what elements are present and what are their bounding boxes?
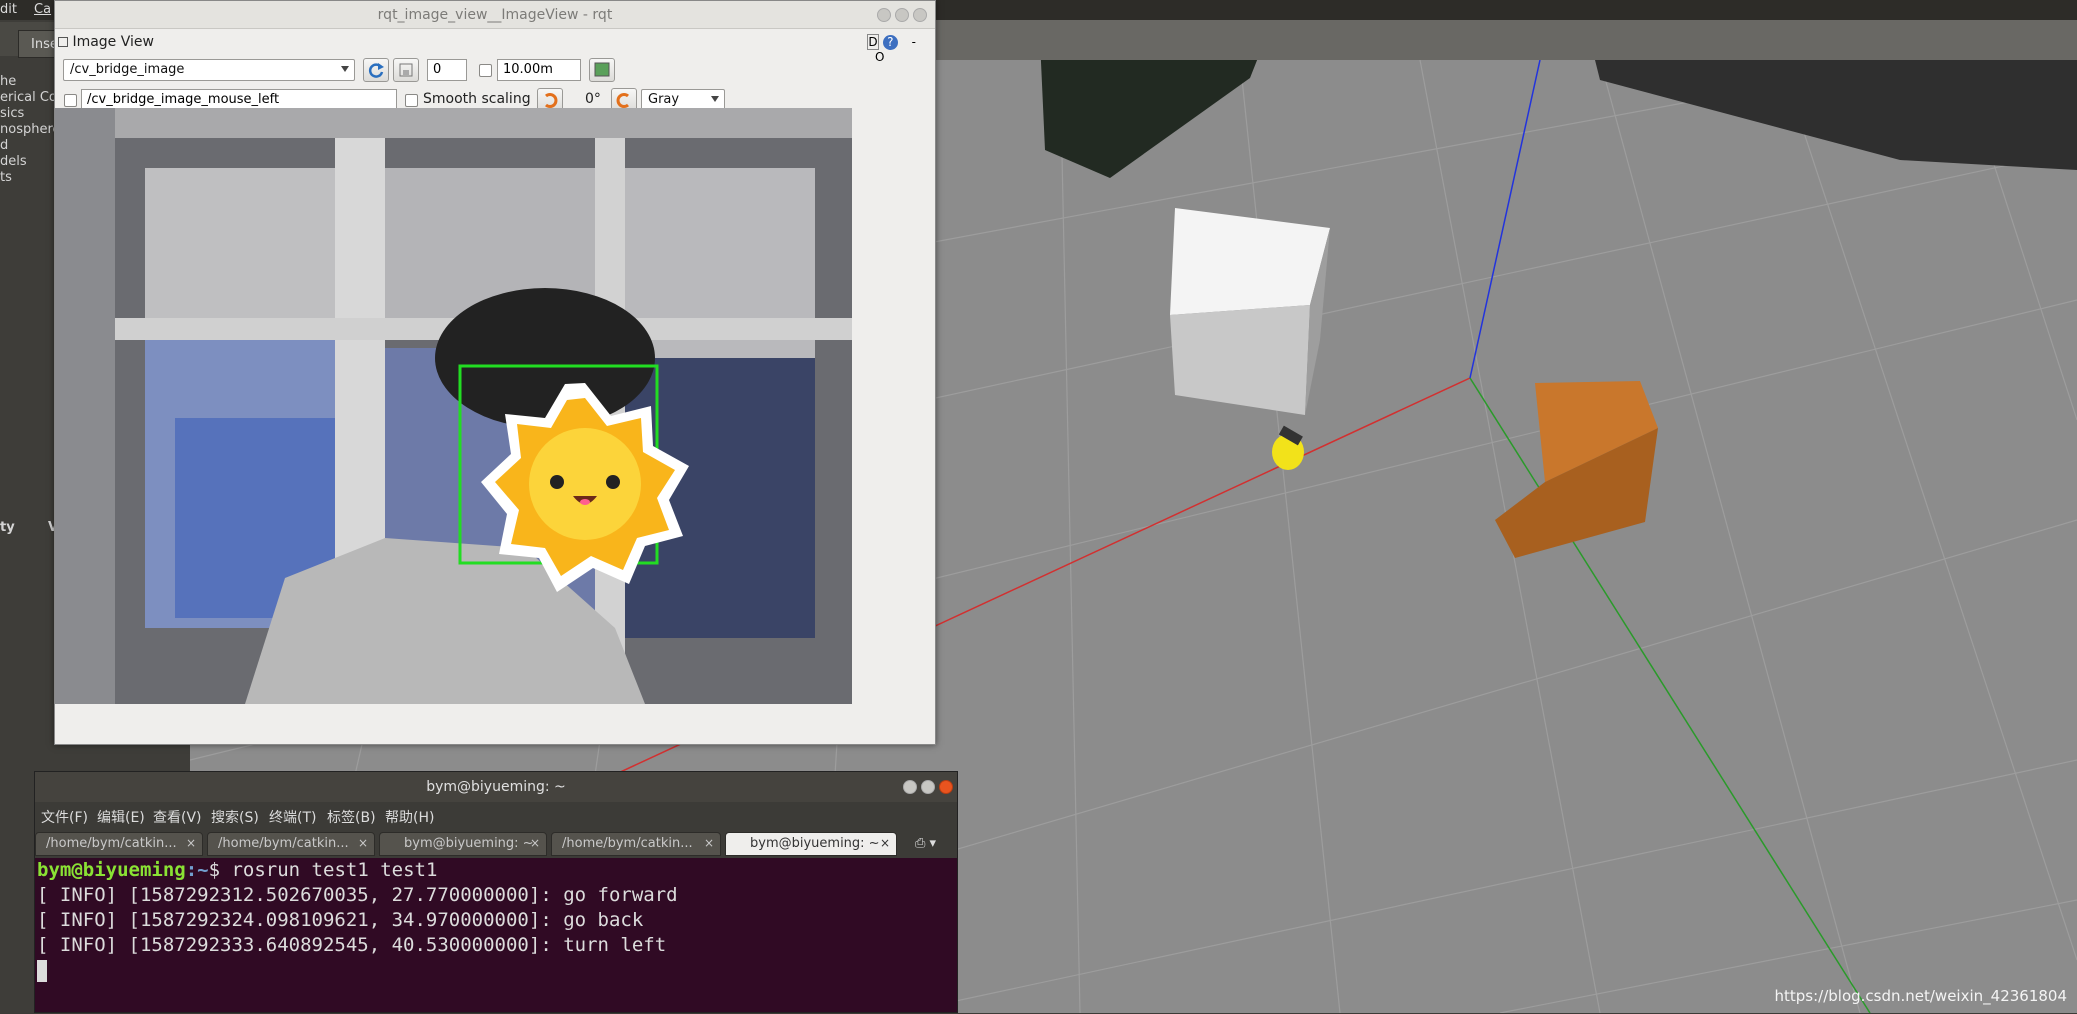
tree-item[interactable]: erical Co	[0, 90, 57, 105]
tree-item[interactable]: sics	[0, 106, 24, 121]
camera-frame	[55, 108, 852, 704]
tree-item[interactable]: dels	[0, 154, 27, 169]
close-icon[interactable]	[939, 780, 953, 794]
tree-item[interactable]: he	[0, 74, 16, 89]
menu-file[interactable]: 文件(F)	[41, 807, 88, 827]
mouse-publish-checkbox[interactable]	[64, 94, 77, 107]
terminal-tab[interactable]: /home/bym/catkin... ×	[551, 832, 721, 856]
tree-item[interactable]: d	[0, 138, 8, 153]
terminal-output[interactable]: bym@biyueming:~$ rosrun test1 test1 [ IN…	[35, 858, 955, 1014]
refresh-icon	[364, 59, 388, 81]
close-icon[interactable]: ×	[530, 836, 540, 850]
maximize-icon[interactable]	[895, 8, 909, 22]
rqt-title-bar[interactable]: rqt_image_view__ImageView - rqt	[55, 1, 935, 29]
terminal-tab[interactable]: /home/bym/catkin... ×	[35, 832, 203, 856]
terminal-tab-active[interactable]: bym@biyueming: ~×	[725, 832, 897, 856]
terminal-tab[interactable]: /home/bym/catkin... ×	[207, 832, 375, 856]
log-line: [ INFO] [1587292333.640892545, 40.530000…	[37, 933, 953, 958]
prompt-user: bym@biyueming	[37, 859, 186, 881]
close-icon[interactable]	[913, 8, 927, 22]
color-button[interactable]	[589, 58, 615, 82]
menu-view[interactable]: 查看(V)	[153, 807, 202, 827]
menu-edit[interactable]: dit	[0, 2, 17, 17]
camera-image[interactable]	[55, 108, 852, 704]
command-line: bym@biyueming:~$ rosrun test1 test1	[37, 858, 953, 883]
tree-item[interactable]: nosphere	[0, 122, 61, 137]
plugin-title: Image View	[72, 34, 154, 50]
chevron-down-icon	[711, 96, 719, 102]
chevron-down-icon	[341, 66, 349, 72]
minimize-icon[interactable]	[903, 780, 917, 794]
color-scheme-value: Gray	[648, 92, 679, 107]
max-range-input[interactable]: 10.00m	[497, 59, 581, 81]
minimize-icon[interactable]	[877, 8, 891, 22]
close-icon[interactable]: ×	[880, 836, 890, 850]
terminal-tab[interactable]: bym@biyueming: ~×	[379, 832, 547, 856]
smooth-scaling-label: Smooth scaling	[423, 91, 531, 107]
save-icon	[394, 59, 418, 81]
tab-label: bym@biyueming: ~	[750, 836, 880, 851]
log-line: [ INFO] [1587292324.098109621, 34.970000…	[37, 908, 953, 933]
menu-camera[interactable]: Ca	[34, 2, 51, 17]
topic-value: /cv_bridge_image	[70, 62, 184, 77]
window-title: rqt_image_view__ImageView - rqt	[378, 7, 613, 23]
command-text: $ rosrun test1 test1	[209, 859, 438, 881]
menu-search[interactable]: 搜索(S)	[211, 807, 259, 827]
rotation-label: 0°	[585, 91, 601, 107]
terminal-menu-bar: 文件(F) 编辑(E) 查看(V) 搜索(S) 终端(T) 标签(B) 帮助(H…	[35, 802, 957, 830]
tab-menu-icon[interactable]: ⎙ ▾	[915, 836, 936, 851]
menu-tabs[interactable]: 标签(B)	[327, 807, 376, 827]
minimize-plugin[interactable]: -	[912, 35, 916, 49]
tab-label: /home/bym/catkin...	[218, 836, 349, 851]
watermark: https://blog.csdn.net/weixin_42361804	[1774, 987, 2067, 1005]
refresh-button[interactable]	[363, 58, 389, 82]
terminal-tabs: /home/bym/catkin... × /home/bym/catkin...…	[35, 830, 957, 858]
close-icon[interactable]: ×	[186, 836, 196, 850]
spin-box[interactable]: 0	[427, 59, 467, 81]
plugin-header: Image View	[58, 34, 154, 50]
terminal-title-bar[interactable]: bym@biyueming: ~	[35, 772, 957, 802]
smooth-scaling-checkbox[interactable]	[405, 94, 418, 107]
save-button[interactable]	[393, 58, 419, 82]
topic-select[interactable]: /cv_bridge_image	[63, 59, 355, 81]
close-icon[interactable]: ×	[358, 836, 368, 850]
image-icon	[590, 59, 614, 81]
terminal-window: bym@biyueming: ~ 文件(F) 编辑(E) 查看(V) 搜索(S)…	[34, 771, 958, 1013]
menu-help[interactable]: 帮助(H)	[385, 807, 434, 827]
terminal-title: bym@biyueming: ~	[426, 779, 566, 795]
close-icon[interactable]: ×	[704, 836, 714, 850]
rqt-window: rqt_image_view__ImageView - rqt Image Vi…	[54, 0, 936, 745]
terminal-cursor	[37, 960, 47, 982]
menu-edit[interactable]: 编辑(E)	[97, 807, 145, 827]
tab-label: /home/bym/catkin...	[46, 836, 177, 851]
maximize-icon[interactable]	[921, 780, 935, 794]
property-header: ty	[0, 520, 15, 535]
grip-icon	[58, 37, 68, 47]
range-checkbox[interactable]	[479, 64, 492, 77]
menu-terminal[interactable]: 终端(T)	[269, 807, 316, 827]
help-icon[interactable]: ?	[883, 35, 898, 50]
tree-item[interactable]: ts	[0, 170, 12, 185]
log-line: [ INFO] [1587292312.502670035, 27.770000…	[37, 883, 953, 908]
close-plugin[interactable]: O	[875, 50, 884, 64]
tab-label: /home/bym/catkin...	[562, 836, 693, 851]
tab-label: bym@biyueming: ~	[404, 836, 534, 851]
dock-button[interactable]: D	[867, 34, 879, 50]
prompt-path: :~	[186, 859, 209, 881]
plugin-controls: D ? - O	[867, 34, 931, 64]
